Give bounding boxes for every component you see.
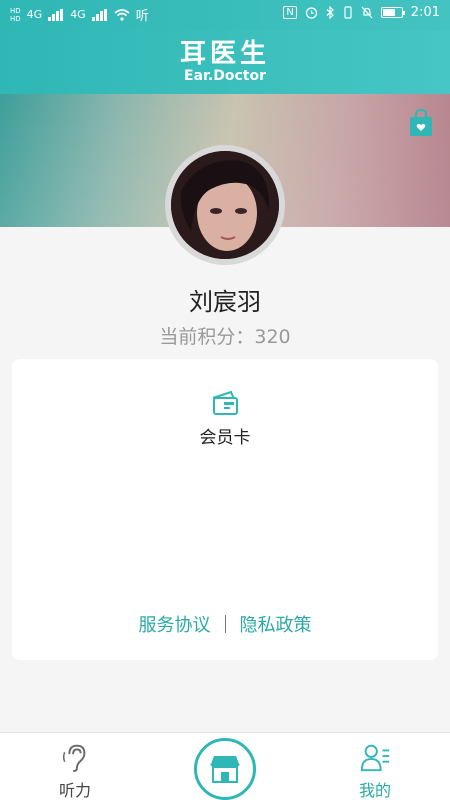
points-line: 当前积分：320 [0, 322, 450, 349]
member-card-label: 会员卡 [199, 428, 251, 448]
network-type-2: 4G [70, 8, 86, 21]
mute-icon [361, 6, 373, 19]
points-label: 当前积分： [159, 326, 255, 348]
privacy-policy-link[interactable]: 隐私政策 [240, 611, 312, 637]
legal-links: 服务协议 隐私政策 [12, 611, 438, 637]
tab-mine-label: 我的 [358, 781, 391, 800]
hd-bottom: HD [10, 14, 21, 23]
network-type-1: 4G [26, 8, 43, 21]
menu-card: 会员卡 服务协议 隐私政策 [12, 359, 438, 660]
service-agreement-link[interactable]: 服务协议 [139, 611, 211, 637]
app-header: 耳医生 Ear.Doctor [0, 30, 450, 94]
points-value: 320 [254, 326, 291, 348]
hd-top: HD [10, 6, 21, 15]
member-card-icon [212, 390, 238, 415]
clock-time: 2:01 [410, 5, 440, 20]
bluetooth-icon [326, 6, 334, 19]
store-icon [210, 756, 240, 783]
status-left: HD HD 4G 4G 听 [10, 5, 149, 25]
signal-icon-1 [48, 8, 64, 21]
user-name: 刘宸羽 [189, 288, 261, 316]
vibrate-icon [344, 6, 352, 19]
battery-icon [380, 7, 405, 18]
profile-list-icon [360, 744, 390, 772]
signal-icon-2 [91, 8, 108, 21]
ear-icon [62, 744, 86, 773]
app-logo-title: 耳医生 [179, 39, 270, 69]
status-right: N 2:01 [283, 5, 440, 20]
avatar[interactable] [171, 151, 279, 259]
wifi-icon [114, 8, 130, 21]
app-logo-subtitle: Ear.Doctor [184, 68, 266, 84]
alarm-icon [305, 7, 317, 19]
status-bar: HD HD 4G 4G 听 N 2:01 [0, 0, 450, 30]
tab-hearing-label: 听力 [58, 781, 91, 800]
nfc-icon: N [283, 6, 297, 19]
member-card-button[interactable]: 会员卡 [175, 389, 275, 459]
avatar-ring[interactable] [165, 145, 285, 265]
status-extra-text: 听 [135, 9, 149, 24]
tab-hearing[interactable]: 听力 [30, 733, 120, 800]
link-divider [224, 615, 226, 633]
hd-indicators: HD HD [10, 7, 21, 23]
avatar-image [171, 151, 279, 259]
tab-mine[interactable]: 我的 [330, 733, 420, 800]
shopping-bag-icon[interactable] [408, 108, 434, 138]
store-center-button[interactable] [194, 738, 256, 800]
